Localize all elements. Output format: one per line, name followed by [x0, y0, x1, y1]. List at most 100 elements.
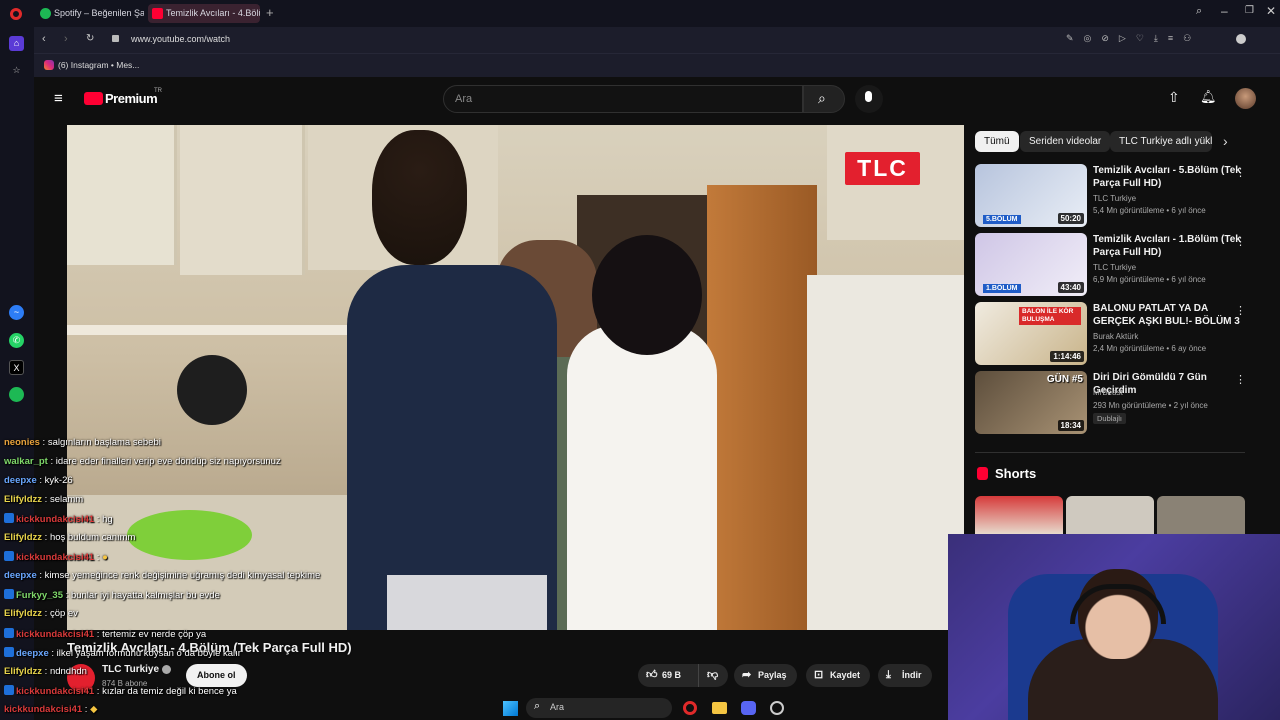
chat-message: kickkundakcisi41 : ● — [4, 551, 108, 564]
dislike-button[interactable]: 👎︎ — [698, 664, 728, 687]
chat-user: kickkundakcisi41 — [16, 514, 95, 525]
youtube-premium-logo[interactable]: Premium — [105, 91, 158, 106]
short-thumbnail[interactable] — [975, 496, 1063, 536]
more-options-icon[interactable]: ⋮ — [1235, 166, 1246, 179]
chat-message: Elifyldzz : selamm — [4, 494, 84, 505]
upload-icon[interactable]: ⇧ — [1168, 89, 1180, 106]
chat-text: selamm — [49, 494, 84, 505]
chat-message: neonies : salgınların başlama sebebi — [4, 437, 161, 448]
whatsapp-icon[interactable]: ✆ — [9, 333, 24, 348]
rec-thumbnail[interactable]: 5.BÖLÜM 50:20 — [975, 164, 1087, 227]
rec-thumbnail[interactable]: 1.BÖLÜM 43:40 — [975, 233, 1087, 296]
chat-badge-icon — [4, 628, 14, 638]
chat-message: kickkundakcisi41 : hg — [4, 513, 113, 526]
video-player[interactable]: TLC — [67, 125, 964, 630]
chat-user: neonies — [4, 437, 40, 448]
more-options-icon[interactable]: ⋮ — [1235, 304, 1246, 317]
rec-video[interactable]: GÜN #5 18:34 Diri Diri Gömüldü 7 Gün Geç… — [975, 371, 1265, 435]
messenger-icon[interactable]: ~ — [9, 305, 24, 320]
menu-icon[interactable]: ≡ — [54, 90, 63, 107]
chat-badge-icon — [4, 647, 14, 657]
reload-icon[interactable]: ↻ — [86, 33, 94, 44]
new-tab-icon[interactable]: + — [266, 5, 274, 20]
minimize-icon[interactable]: – — [1221, 4, 1228, 18]
rec-title[interactable]: Temizlik Avcıları - 1.Bölüm (Tek Parça F… — [1093, 233, 1245, 259]
region-label: TR — [154, 88, 162, 94]
rec-video[interactable]: 1.BÖLÜM 43:40 Temizlik Avcıları - 1.Bölü… — [975, 233, 1265, 297]
mic-icon[interactable] — [855, 85, 883, 113]
rec-thumbnail[interactable]: GÜN #5 18:34 — [975, 371, 1087, 434]
x-icon[interactable]: X — [9, 360, 24, 375]
browser-tab-bar: Spotify – Beğenilen Şarkıla Temizlik Avc… — [0, 0, 1280, 27]
share-label: Paylaş — [758, 670, 787, 680]
opera-logo-icon[interactable] — [10, 8, 22, 20]
streamer-webcam — [948, 534, 1280, 720]
subscribe-button[interactable]: Abone ol — [186, 664, 247, 687]
rec-channel[interactable]: TLC Turkiye — [1093, 194, 1136, 203]
tab-label: Spotify – Beğenilen Şarkıla — [54, 8, 144, 18]
youtube-logo-icon[interactable] — [84, 92, 103, 105]
search-tabs-icon[interactable]: ⌕ — [1196, 5, 1202, 18]
bookmark-instagram[interactable]: (6) Instagram • Mes... — [58, 60, 139, 70]
extensions-icon[interactable] — [1236, 34, 1246, 44]
toolbar-icons[interactable]: ✎◎⊘▷♡⤓≡⚇ — [1066, 33, 1201, 44]
chat-text: kızlar da temiz değil ki bence ya — [102, 686, 237, 697]
thumbs-down-icon: 👎︎ — [707, 669, 719, 681]
tab-youtube[interactable]: Temizlik Avcıları - 4.Bölüm — [148, 4, 260, 23]
url-field[interactable]: www.youtube.com/watch — [131, 34, 230, 44]
chat-message: kickkundakcisi41 : kızlar da temiz değil… — [4, 685, 237, 698]
taskbar-search[interactable]: ⌕ Ara — [526, 698, 672, 718]
door — [707, 185, 817, 630]
chip-all[interactable]: Tümü — [975, 131, 1019, 152]
more-options-icon[interactable]: ⋮ — [1235, 373, 1246, 386]
rec-meta: 6,9 Mn görüntüleme • 6 yıl önce — [1093, 275, 1206, 284]
chat-message: walkar_pt : idare eder finalleri verip e… — [4, 456, 281, 467]
chat-message: deepxe : ilkel yaşam formunu koysan o da… — [4, 647, 241, 660]
spotify-sidebar-icon[interactable] — [9, 387, 24, 402]
avatar[interactable] — [1235, 88, 1256, 109]
maximize-icon[interactable]: ❐ — [1245, 5, 1254, 16]
chevron-right-icon[interactable]: › — [1223, 133, 1228, 149]
back-icon[interactable]: ‹ — [42, 33, 46, 45]
short-thumbnail[interactable] — [1157, 496, 1245, 536]
like-count: 69 B — [662, 670, 682, 680]
chat-badge-icon — [4, 685, 14, 695]
close-icon[interactable]: ✕ — [1266, 4, 1276, 18]
short-thumbnail[interactable] — [1066, 496, 1154, 536]
chat-text: tertemiz ev nerde çöp ya — [102, 629, 207, 640]
star-icon[interactable]: ☆ — [9, 63, 24, 78]
thumbs-up-icon: 👍︎ — [646, 669, 658, 681]
download-label: İndir — [902, 670, 922, 680]
chip-uploads[interactable]: TLC Turkiye adlı yükle — [1110, 131, 1212, 152]
folder-icon[interactable] — [712, 702, 727, 714]
forward-icon[interactable]: › — [64, 33, 68, 45]
search-button[interactable]: ⌕ — [803, 85, 845, 113]
emoji-icon: ◆ — [90, 704, 98, 715]
rec-channel[interactable]: TLC Turkiye — [1093, 263, 1136, 272]
rec-title[interactable]: BALONU PATLAT YA DA GERÇEK AŞKI BUL!- BÖ… — [1093, 302, 1245, 328]
like-button[interactable]: 👍︎ 69 B — [638, 664, 698, 687]
app-icon[interactable] — [770, 701, 784, 715]
windows-start-icon[interactable] — [503, 701, 518, 716]
man-head — [372, 130, 467, 265]
rec-channel[interactable]: MrBeast — [1093, 388, 1123, 397]
discord-icon[interactable] — [741, 701, 756, 715]
more-options-icon[interactable]: ⋮ — [1235, 235, 1246, 248]
tab-spotify[interactable]: Spotify – Beğenilen Şarkıla — [36, 4, 144, 23]
share-button[interactable]: ➦ Paylaş — [734, 664, 797, 687]
chat-text: hoş buldum canımm — [49, 532, 136, 543]
opera-taskbar-icon[interactable] — [683, 701, 697, 715]
channel-name[interactable]: TLC Turkiye — [102, 664, 159, 675]
search-input[interactable]: Ara — [443, 85, 803, 113]
rec-video[interactable]: 5.BÖLÜM 50:20 Temizlik Avcıları - 5.Bölü… — [975, 164, 1265, 228]
rec-video[interactable]: BALON İLE KÖR BULUŞMA 1:14:46 BALONU PAT… — [975, 302, 1265, 366]
rec-thumbnail[interactable]: BALON İLE KÖR BULUŞMA 1:14:46 — [975, 302, 1087, 365]
chip-series[interactable]: Seriden videolar — [1020, 131, 1111, 152]
download-button[interactable]: ⤓ İndir — [878, 664, 932, 687]
rec-channel[interactable]: Burak Aktürk — [1093, 332, 1138, 341]
rec-title[interactable]: Temizlik Avcıları - 5.Bölüm (Tek Parça F… — [1093, 164, 1245, 190]
notifications-icon[interactable]: 🔔︎ — [1200, 89, 1217, 105]
home-icon[interactable]: ⌂ — [9, 36, 24, 51]
save-button[interactable]: ⊡ Kaydet — [806, 664, 871, 687]
cabinet-mid — [180, 125, 305, 275]
